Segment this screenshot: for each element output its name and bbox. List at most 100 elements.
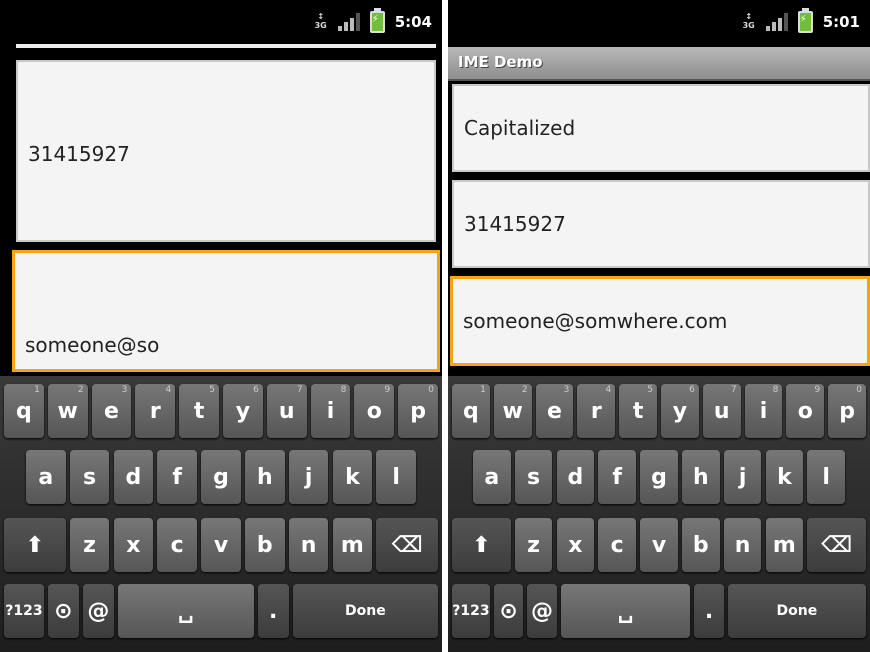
key-y[interactable]: y6 <box>223 384 263 438</box>
key-q[interactable]: q1 <box>452 384 490 438</box>
key-b[interactable]: b <box>681 518 720 572</box>
key-t-label: t <box>632 398 644 424</box>
soft-keyboard: q 1 w 2 e 3 r 4 t 5 y 6 u 7 i 8 o 9 p 0 a s d f g h j k l ⬆ z x c v b n m ⌫ ?1… <box>448 376 870 652</box>
symbols-key[interactable]: ?123 <box>452 584 490 638</box>
key-b[interactable]: b <box>244 518 285 572</box>
key-w[interactable]: w2 <box>493 384 532 438</box>
key-u[interactable]: u7 <box>702 384 741 438</box>
key-p-label: p <box>839 398 855 424</box>
key-y-label: y <box>672 398 688 424</box>
key-j[interactable]: j <box>288 450 329 504</box>
space-key[interactable]: ␣ <box>560 584 691 638</box>
number-field[interactable]: 31415927 <box>452 180 870 268</box>
key-a-label: a <box>484 464 500 490</box>
key-t[interactable]: t5 <box>619 384 657 438</box>
at-key[interactable]: @ <box>527 584 557 638</box>
key-c[interactable]: c <box>157 518 198 572</box>
email-field[interactable]: someone@so <box>12 250 440 372</box>
key-l[interactable]: l <box>807 450 846 504</box>
shift-key[interactable]: ⬆ <box>4 518 66 572</box>
key-u-label: u <box>278 398 295 424</box>
key-s[interactable]: s <box>69 450 110 504</box>
key-u[interactable]: u7 <box>266 384 307 438</box>
key-s-label: s <box>83 464 97 490</box>
key-d[interactable]: d <box>556 450 595 504</box>
delete-key[interactable]: ⌫ <box>807 518 866 572</box>
key-k[interactable]: k <box>332 450 373 504</box>
key-d-label: d <box>125 464 142 490</box>
key-n-label: n <box>300 532 317 558</box>
key-z[interactable]: z <box>69 518 110 572</box>
key-h[interactable]: h <box>681 450 720 504</box>
key-p[interactable]: p0 <box>398 384 438 438</box>
key-z-label: z <box>83 532 96 558</box>
key-f[interactable]: f <box>598 450 637 504</box>
status-bar: ↕3G 5:04 <box>0 0 442 44</box>
number-field[interactable]: 31415927 <box>16 60 436 242</box>
key-m[interactable]: m <box>332 518 373 572</box>
voice-input-key[interactable]: ⊙ <box>493 584 524 638</box>
key-z[interactable]: z <box>514 518 553 572</box>
at-key-label: @ <box>87 598 110 624</box>
done-key[interactable]: Done <box>727 584 866 638</box>
key-g[interactable]: g <box>640 450 678 504</box>
key-t[interactable]: t5 <box>179 384 219 438</box>
key-m-label: m <box>340 532 364 558</box>
key-e[interactable]: e3 <box>535 384 574 438</box>
key-n[interactable]: n <box>288 518 329 572</box>
key-i[interactable]: i8 <box>744 384 783 438</box>
key-c[interactable]: c <box>598 518 637 572</box>
data-3g-icon: ↕ 3G <box>314 12 327 30</box>
delete-key-label: ⌫ <box>391 532 423 558</box>
key-l-label: l <box>392 464 400 490</box>
key-o-hint: 9 <box>814 385 821 395</box>
key-w[interactable]: w2 <box>47 384 88 438</box>
key-d[interactable]: d <box>113 450 154 504</box>
key-w-label: w <box>502 398 523 424</box>
key-q-label: q <box>463 398 479 424</box>
delete-key[interactable]: ⌫ <box>376 518 438 572</box>
key-e-hint: 3 <box>563 385 570 395</box>
key-o[interactable]: o9 <box>354 384 395 438</box>
key-i[interactable]: i8 <box>310 384 351 438</box>
symbols-key[interactable]: ?123 <box>4 584 44 638</box>
key-v[interactable]: v <box>640 518 678 572</box>
key-h[interactable]: h <box>244 450 285 504</box>
key-a[interactable]: a <box>472 450 511 504</box>
key-j[interactable]: j <box>723 450 762 504</box>
key-t-hint: 5 <box>209 385 215 395</box>
period-key[interactable]: . <box>257 584 289 638</box>
key-m[interactable]: m <box>765 518 804 572</box>
key-x[interactable]: x <box>113 518 154 572</box>
email-field[interactable]: someone@somwhere.com <box>450 276 870 366</box>
space-key[interactable]: ␣ <box>117 584 254 638</box>
key-k[interactable]: k <box>765 450 804 504</box>
key-y[interactable]: y6 <box>661 384 699 438</box>
key-g[interactable]: g <box>201 450 241 504</box>
key-v[interactable]: v <box>201 518 241 572</box>
key-n-label: n <box>734 532 751 558</box>
key-s[interactable]: s <box>514 450 553 504</box>
key-r[interactable]: r4 <box>577 384 616 438</box>
key-f[interactable]: f <box>157 450 198 504</box>
key-q-hint: 1 <box>34 385 40 395</box>
at-key[interactable]: @ <box>82 584 114 638</box>
capitalized-field[interactable]: Capitalized <box>452 84 870 172</box>
period-key[interactable]: . <box>694 584 724 638</box>
key-r[interactable]: r4 <box>135 384 176 438</box>
done-key-label: Done <box>776 603 818 619</box>
key-o[interactable]: o9 <box>786 384 825 438</box>
shift-key[interactable]: ⬆ <box>452 518 511 572</box>
key-x[interactable]: x <box>556 518 595 572</box>
key-l[interactable]: l <box>376 450 417 504</box>
key-q[interactable]: q1 <box>4 384 44 438</box>
app-title-bar: IME Demo <box>448 47 870 81</box>
key-e[interactable]: e3 <box>91 384 132 438</box>
done-key[interactable]: Done <box>292 584 438 638</box>
key-n[interactable]: n <box>723 518 762 572</box>
key-p[interactable]: p0 <box>828 384 866 438</box>
capitalized-field-value: Capitalized <box>464 116 576 140</box>
voice-input-key[interactable]: ⊙ <box>47 584 79 638</box>
key-a[interactable]: a <box>25 450 66 504</box>
signal-icon <box>765 13 788 31</box>
